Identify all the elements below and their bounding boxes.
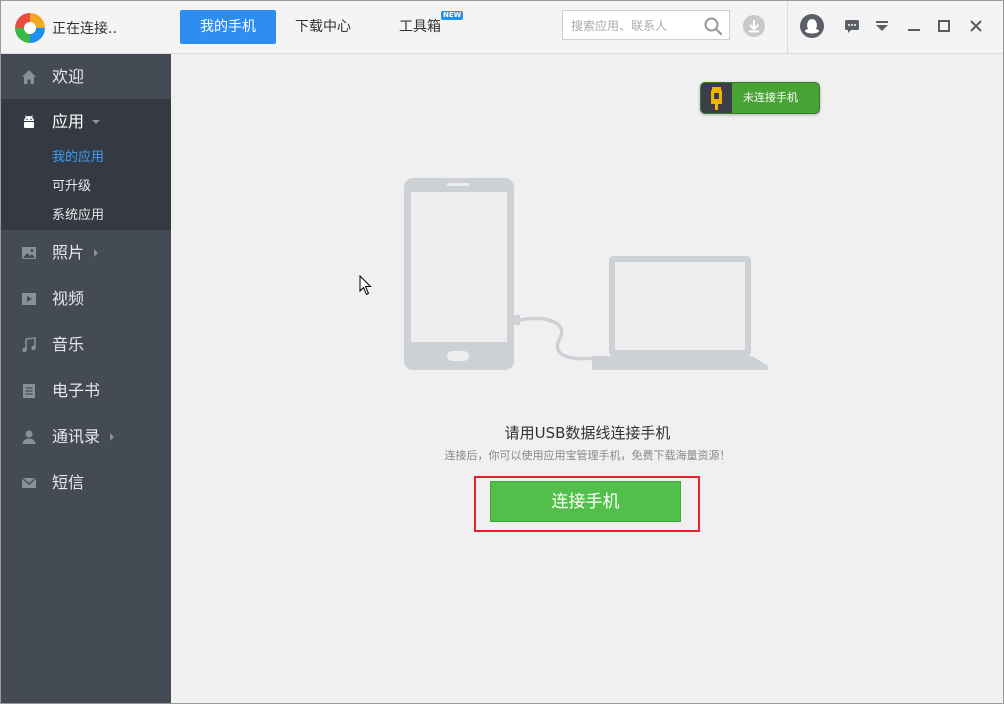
topbar-divider — [787, 1, 788, 53]
usb-plug-icon — [711, 87, 722, 110]
photo-icon — [22, 247, 36, 259]
contacts-icon — [22, 430, 36, 444]
home-icon — [22, 70, 36, 84]
connect-instruction-desc: 连接后，你可以使用应用宝管理手机，免费下载海量资源！ — [444, 449, 731, 462]
caret-right-icon — [110, 433, 114, 441]
sidebar-item-videos[interactable]: 视频 — [1, 276, 171, 322]
tab-download-center[interactable]: 下载中心 — [281, 10, 365, 44]
sidebar-subitem-my-apps[interactable]: 我的应用 — [52, 146, 104, 165]
connection-status-badge[interactable]: 未连接手机 — [700, 82, 820, 114]
search-input[interactable] — [569, 12, 703, 40]
caret-right-icon — [94, 249, 98, 257]
sidebar: 欢迎 应用 我的应用 可升级 系统应用 照片 视频 音乐 电子书 通讯录 短信 — [1, 54, 171, 703]
sidebar-item-sms[interactable]: 短信 — [1, 460, 171, 506]
sidebar-item-music[interactable]: 音乐 — [1, 322, 171, 368]
sidebar-item-label: 音乐 — [52, 335, 85, 354]
sidebar-app-group: 应用 我的应用 可升级 系统应用 — [1, 99, 171, 230]
sidebar-subitem-system-apps[interactable]: 系统应用 — [52, 204, 104, 223]
connect-instruction-title: 请用USB数据线连接手机 — [504, 424, 671, 442]
menu-icon[interactable] — [869, 13, 895, 39]
app-window: 正在连接.. 我的手机 下载中心 工具箱 NEW 搜索应用、联系人 欢迎 应用 … — [0, 0, 1004, 704]
sms-icon — [21, 477, 37, 488]
sidebar-item-label: 电子书 — [52, 381, 101, 400]
minimize-icon[interactable] — [901, 13, 927, 39]
music-icon — [22, 337, 36, 353]
sidebar-item-welcome[interactable]: 欢迎 — [1, 54, 171, 100]
top-bar: 正在连接.. 我的手机 下载中心 工具箱 NEW — [1, 1, 1003, 54]
maximize-icon[interactable] — [931, 13, 957, 39]
sidebar-item-label: 短信 — [52, 473, 85, 492]
sidebar-item-label: 视频 — [52, 289, 85, 308]
connect-phone-button[interactable]: 连接手机 — [490, 481, 681, 522]
sidebar-subitem-upgradable[interactable]: 可升级 — [52, 175, 91, 194]
app-title: 正在连接.. — [52, 21, 117, 37]
sidebar-item-apps[interactable]: 应用 — [1, 99, 171, 145]
sidebar-item-label: 欢迎 — [52, 67, 85, 86]
search-icon[interactable] — [703, 16, 723, 36]
ebook-icon — [23, 384, 35, 398]
app-logo-icon — [15, 13, 45, 43]
new-badge: NEW — [441, 11, 464, 20]
caret-down-icon — [92, 120, 100, 124]
main-panel: 未连接手机 请用USB数据线连接手机 连接后，你可以使用应用宝管理手机，免费下载… — [172, 54, 1003, 703]
sidebar-item-label: 应用 — [52, 112, 85, 131]
mouse-cursor-icon — [359, 275, 372, 296]
download-icon[interactable] — [741, 13, 767, 39]
sidebar-item-contacts[interactable]: 通讯录 — [1, 414, 171, 460]
search-box — [562, 10, 730, 40]
message-icon[interactable] — [839, 13, 865, 39]
phone-laptop-illustration — [404, 178, 768, 370]
qq-icon[interactable] — [799, 13, 825, 39]
usb-plug-area — [701, 83, 732, 113]
tab-my-phone[interactable]: 我的手机 — [180, 10, 276, 44]
sidebar-item-label: 通讯录 — [52, 427, 101, 446]
close-icon[interactable] — [963, 13, 989, 39]
sidebar-item-photos[interactable]: 照片 — [1, 230, 171, 276]
video-icon — [22, 293, 36, 305]
android-icon — [24, 115, 34, 128]
connection-status-text: 未连接手机 — [743, 91, 798, 104]
sidebar-item-label: 照片 — [52, 243, 85, 262]
sidebar-item-ebooks[interactable]: 电子书 — [1, 368, 171, 414]
